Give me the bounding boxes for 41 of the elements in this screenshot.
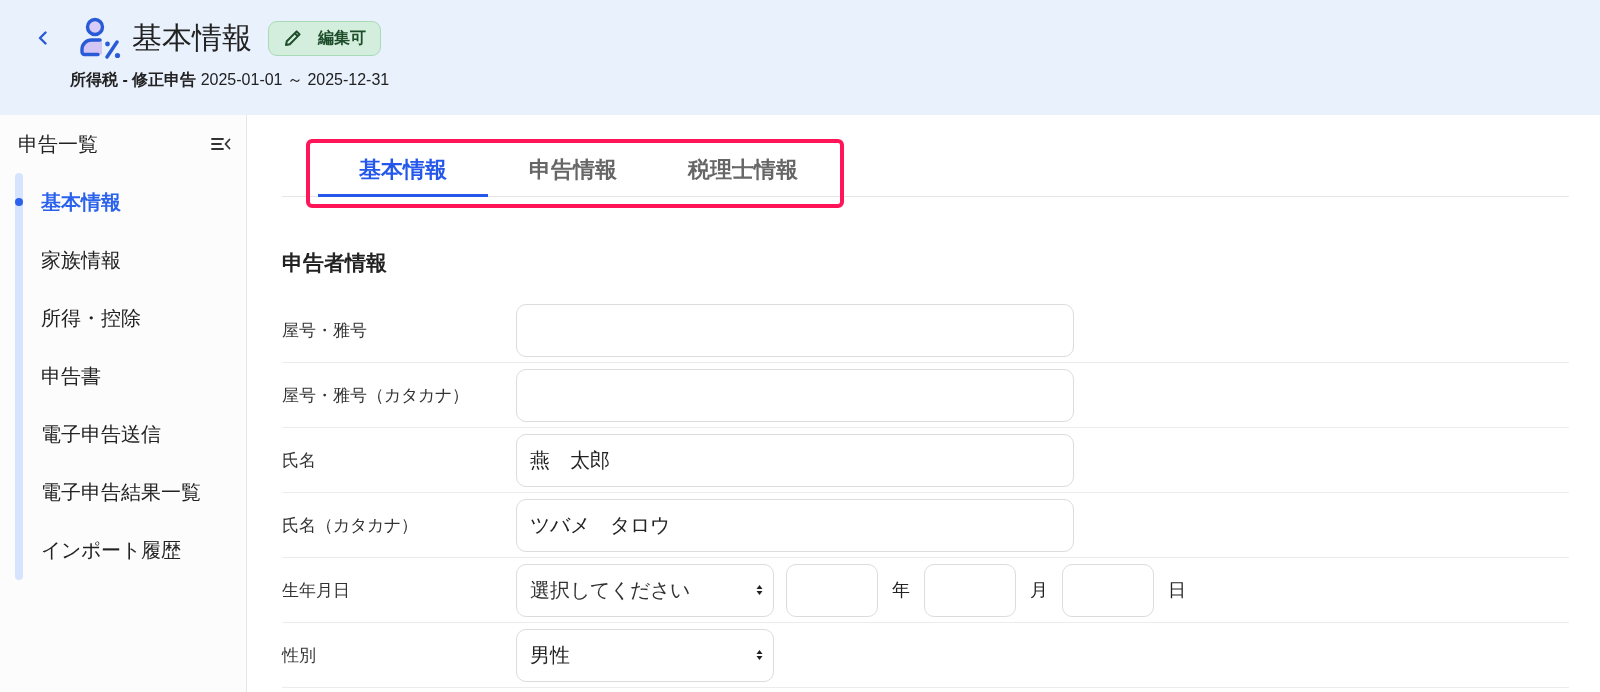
tab[interactable]: 申告情報 xyxy=(488,146,658,197)
text-field[interactable]: 燕 太郎 xyxy=(516,433,1074,487)
nav-item[interactable]: 電子申告送信 xyxy=(41,405,161,463)
person-percent-icon xyxy=(78,17,122,59)
unit-label: 年 xyxy=(892,579,910,602)
tab[interactable]: 基本情報 xyxy=(318,146,488,197)
text-field[interactable] xyxy=(516,303,1074,357)
tab[interactable]: 税理士情報 xyxy=(658,146,828,197)
nav-item[interactable]: 所得・控除 xyxy=(41,289,141,347)
active-dot-icon xyxy=(15,198,23,206)
pencil-icon xyxy=(283,28,303,48)
date-field[interactable] xyxy=(786,563,878,617)
sidebar-title: 申告一覧 xyxy=(18,131,98,157)
unit-label: 日 xyxy=(1168,579,1186,602)
nav-item[interactable]: 基本情報 xyxy=(41,173,121,231)
field-label: 屋号・雅号（カタカナ） xyxy=(282,384,470,407)
date-field[interactable] xyxy=(1062,563,1154,617)
subtitle: 所得税 - 修正申告 2025-01-01 ～ 2025-12-31 xyxy=(70,70,391,90)
up-down-caret-icon xyxy=(756,584,763,596)
nav-item[interactable]: 申告書 xyxy=(41,347,101,405)
field-label: 氏名（カタカナ） xyxy=(282,514,419,537)
collapse-sidebar-button[interactable] xyxy=(211,137,231,151)
edit-status-label: 編集可 xyxy=(318,27,366,48)
text-field[interactable]: ツバメ タロウ xyxy=(516,498,1074,552)
nav-item[interactable]: 電子申告結果一覧 xyxy=(41,463,201,521)
page-title: 基本情報 xyxy=(132,20,252,56)
lines-chevron-icon xyxy=(211,137,231,151)
field-label: 性別 xyxy=(282,644,317,667)
date-field[interactable] xyxy=(924,563,1016,617)
unit-label: 月 xyxy=(1030,579,1048,602)
nav-item[interactable]: 家族情報 xyxy=(41,231,121,289)
chevron-left-icon xyxy=(37,31,47,45)
up-down-caret-icon xyxy=(756,649,763,661)
dropdown[interactable]: 選択してください xyxy=(516,563,774,617)
dropdown[interactable]: 男性 xyxy=(516,628,774,682)
field-label: 氏名 xyxy=(282,449,317,472)
field-label: 生年月日 xyxy=(282,579,351,602)
text-field[interactable] xyxy=(516,368,1074,422)
section-title: 申告者情報 xyxy=(282,250,388,276)
field-label: 屋号・雅号 xyxy=(282,319,368,342)
nav-item[interactable]: インポート履歴 xyxy=(41,521,181,579)
